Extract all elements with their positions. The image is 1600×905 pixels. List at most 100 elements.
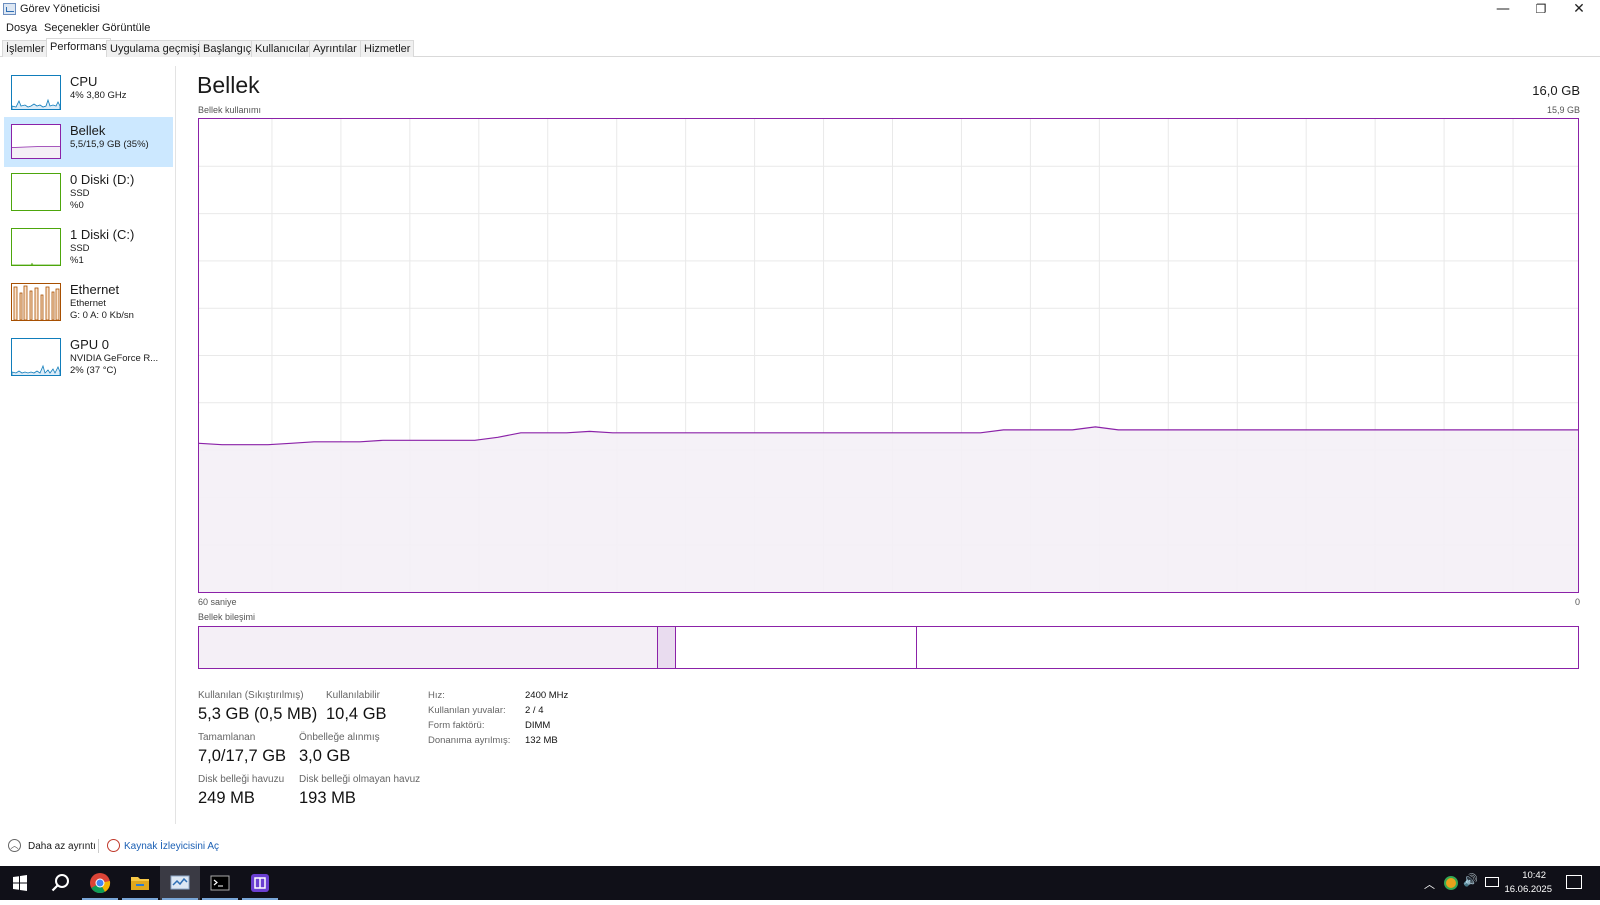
- taskbar: ︿ 🔊 10:42 16.06.2025: [0, 866, 1600, 900]
- stat-cached-label: Önbelleğe alınmış: [299, 732, 380, 743]
- detail-reserved-label: Donanıma ayrılmış:: [428, 735, 511, 746]
- sidebar-item-name: Ethernet: [70, 282, 120, 297]
- menu-secenekler[interactable]: Seçenekler: [44, 22, 99, 34]
- stat-paged-label: Disk belleği havuzu: [198, 774, 285, 785]
- gpu-thumbnail-graph: [11, 338, 61, 376]
- close-button[interactable]: ✕: [1560, 0, 1598, 20]
- footer-divider: [98, 839, 99, 853]
- sidebar-item-type: SSD: [70, 243, 90, 254]
- sidebar-item-detail: 5,5/15,9 GB (35%): [70, 139, 149, 150]
- menu-goruntule[interactable]: Görüntüle: [102, 22, 150, 34]
- graph-time-left: 60 saniye: [198, 597, 237, 607]
- stat-available-label: Kullanılabilir: [326, 690, 380, 701]
- maximize-button[interactable]: ❐: [1522, 0, 1560, 20]
- stat-used-label: Kullanılan (Sıkıştırılmış): [198, 690, 304, 701]
- stat-committed-label: Tamamlanan: [198, 732, 256, 743]
- composition-segment: [676, 627, 917, 668]
- cpu-thumbnail-graph: [11, 75, 61, 110]
- stat-committed-value: 7,0/17,7 GB: [198, 747, 287, 765]
- detail-slots-label: Kullanılan yuvalar:: [428, 705, 506, 716]
- sidebar-item-cpu[interactable]: CPU 4% 3,80 GHz: [4, 68, 173, 118]
- resource-monitor-icon[interactable]: [107, 839, 120, 852]
- stat-paged-value: 249 MB: [198, 789, 255, 807]
- disk-d-thumbnail-graph: [11, 173, 61, 211]
- sidebar-item-gpu-usage: 2% (37 °C): [70, 365, 117, 376]
- sidebar-item-throughput: G: 0 A: 0 Kb/sn: [70, 310, 134, 321]
- tab-islemler[interactable]: İşlemler: [2, 40, 49, 57]
- stat-available-value: 10,4 GB: [326, 705, 387, 723]
- minimize-button[interactable]: —: [1484, 0, 1522, 20]
- composition-segment: [199, 627, 658, 668]
- stat-nonpaged-value: 193 MB: [299, 789, 356, 807]
- menu-dosya[interactable]: Dosya: [6, 22, 37, 34]
- network-icon[interactable]: [1485, 877, 1499, 887]
- detail-speed-label: Hız:: [428, 690, 445, 701]
- sidebar-item-bellek[interactable]: Bellek 5,5/15,9 GB (35%): [4, 117, 173, 167]
- notification-icon[interactable]: [1566, 875, 1582, 889]
- page-title: Bellek: [197, 72, 260, 98]
- app-icon[interactable]: [240, 866, 280, 900]
- sidebar-item-gpu-model: NVIDIA GeForce R...: [70, 353, 159, 364]
- menu-bar: Dosya Seçenekler Görüntüle: [0, 20, 1600, 37]
- composition-segment: [917, 627, 1578, 668]
- stat-nonpaged-label: Disk belleği olmayan havuz: [299, 774, 421, 785]
- detail-slots-value: 2 / 4: [525, 705, 544, 716]
- memory-composition-bar: [198, 626, 1579, 669]
- task-manager-app-icon: [3, 3, 16, 15]
- tab-kullanicilar[interactable]: Kullanıcılar: [251, 40, 314, 57]
- windows-start-icon[interactable]: [0, 866, 40, 900]
- sidebar-item-gpu[interactable]: GPU 0 NVIDIA GeForce R... 2% (37 °C): [4, 331, 173, 385]
- detail-form-factor-label: Form faktörü:: [428, 720, 485, 731]
- file-explorer-icon[interactable]: [120, 866, 160, 900]
- stat-cached-value: 3,0 GB: [299, 747, 351, 765]
- footer-bar: ︿ Daha az ayrıntı Kaynak İzleyicisini Aç: [0, 836, 1600, 856]
- task-manager-icon[interactable]: [160, 866, 200, 900]
- chevron-up-icon[interactable]: ︿: [1424, 876, 1435, 892]
- detail-reserved-value: 132 MB: [525, 735, 558, 746]
- graph-label: Bellek kullanımı: [198, 105, 262, 115]
- search-icon[interactable]: [40, 866, 80, 900]
- detail-speed-value: 2400 MHz: [525, 690, 569, 701]
- title-bar: Görev Yöneticisi — ❐ ✕: [0, 0, 1600, 20]
- sidebar-item-name: 1 Diski (C:): [70, 227, 135, 242]
- sidebar-item-usage: %1: [70, 255, 84, 266]
- sidebar-item-adapter: Ethernet: [70, 298, 106, 309]
- memory-usage-area: [199, 426, 1578, 592]
- tab-baslangic[interactable]: Başlangıç: [199, 40, 256, 57]
- chevron-up-icon[interactable]: ︿: [8, 839, 21, 852]
- sidebar-item-name: GPU 0: [70, 337, 110, 352]
- sidebar-item-detail: 4% 3,80 GHz: [70, 90, 127, 101]
- sidebar-item-name: CPU: [70, 74, 98, 89]
- graph-max-label: 15,9 GB: [1546, 105, 1580, 115]
- resource-monitor-link[interactable]: Kaynak İzleyicisini Aç: [124, 841, 219, 852]
- sidebar-item-disk-d[interactable]: 0 Diski (D:) SSD %0: [4, 166, 173, 220]
- tray-app-icon[interactable]: [1444, 876, 1458, 890]
- sidebar-item-ethernet[interactable]: Ethernet Ethernet G: 0 A: 0 Kb/sn: [4, 276, 173, 330]
- stat-used-value: 5,3 GB (0,5 MB): [198, 705, 318, 723]
- terminal-icon[interactable]: [200, 866, 240, 900]
- clock-time[interactable]: 10:42: [1500, 870, 1546, 881]
- memory-thumbnail-graph: [11, 124, 61, 159]
- sidebar-item-name: Bellek: [70, 123, 106, 138]
- graph-time-right: 0: [1574, 597, 1580, 607]
- tab-performans[interactable]: Performans: [46, 38, 111, 57]
- fewer-details-link[interactable]: Daha az ayrıntı: [28, 841, 96, 852]
- ethernet-thumbnail-graph: [11, 283, 61, 321]
- performance-sidebar: CPU 4% 3,80 GHz Bellek 5,5/15,9 GB (35%)…: [0, 66, 176, 824]
- total-memory: 16,0 GB: [1532, 83, 1580, 98]
- sidebar-item-name: 0 Diski (D:): [70, 172, 135, 187]
- tab-ayrintilar[interactable]: Ayrıntılar: [309, 40, 361, 57]
- chrome-icon[interactable]: [80, 866, 120, 900]
- tab-strip: İşlemler Performans Uygulama geçmişi Baş…: [0, 38, 1600, 57]
- tab-hizmetler[interactable]: Hizmetler: [360, 40, 415, 57]
- window-title: Görev Yöneticisi: [20, 3, 100, 15]
- sidebar-item-type: SSD: [70, 188, 90, 199]
- tab-uygulama-gecmisi[interactable]: Uygulama geçmişi: [106, 40, 204, 57]
- memory-usage-chart: [198, 118, 1579, 593]
- detail-form-factor-value: DIMM: [525, 720, 551, 731]
- composition-label: Bellek bileşimi: [198, 612, 256, 622]
- disk-c-thumbnail-graph: [11, 228, 61, 266]
- volume-icon[interactable]: 🔊: [1463, 873, 1478, 887]
- sidebar-item-disk-c[interactable]: 1 Diski (C:) SSD %1: [4, 221, 173, 275]
- clock-date[interactable]: 16.06.2025: [1500, 884, 1552, 895]
